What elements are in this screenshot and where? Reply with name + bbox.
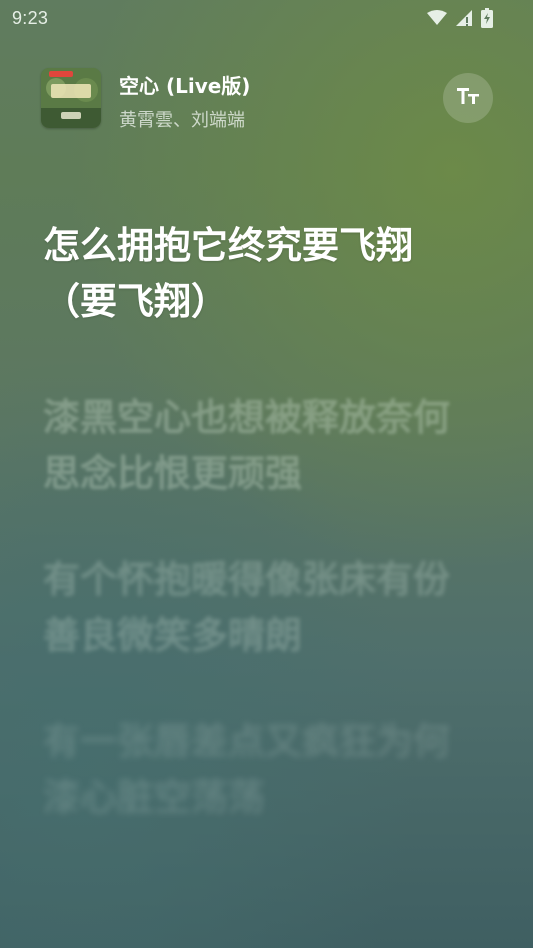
status-time: 9:23: [12, 8, 49, 28]
album-art[interactable]: [41, 68, 101, 128]
text-size-button[interactable]: [443, 73, 493, 123]
song-title: 空心 (Live版): [119, 74, 251, 98]
status-bar: 9:23: [0, 0, 533, 36]
battery-icon: [481, 8, 493, 32]
lyric-line[interactable]: 漆黑空心也想被释放奈何思念比恨更顽强: [43, 390, 473, 502]
text-size-icon: [456, 87, 480, 109]
signal-icon: [455, 9, 473, 31]
lyric-line[interactable]: 有一张唇差点又疯狂为何漆心脏空荡荡: [43, 714, 473, 826]
lyric-line-active[interactable]: 怎么拥抱它终究要飞翔（要飞翔）: [43, 218, 473, 330]
lyrics-panel[interactable]: 怎么拥抱它终究要飞翔（要飞翔） 漆黑空心也想被释放奈何思念比恨更顽强 有个怀抱暖…: [43, 218, 473, 826]
song-header: 空心 (Live版) 黄霄雲、刘端端: [41, 68, 493, 131]
lyric-line[interactable]: 有个怀抱暖得像张床有份善良微笑多晴朗: [43, 552, 473, 664]
wifi-icon: [427, 10, 447, 30]
status-icons: [427, 8, 493, 32]
song-artist: 黄霄雲、刘端端: [119, 110, 245, 131]
